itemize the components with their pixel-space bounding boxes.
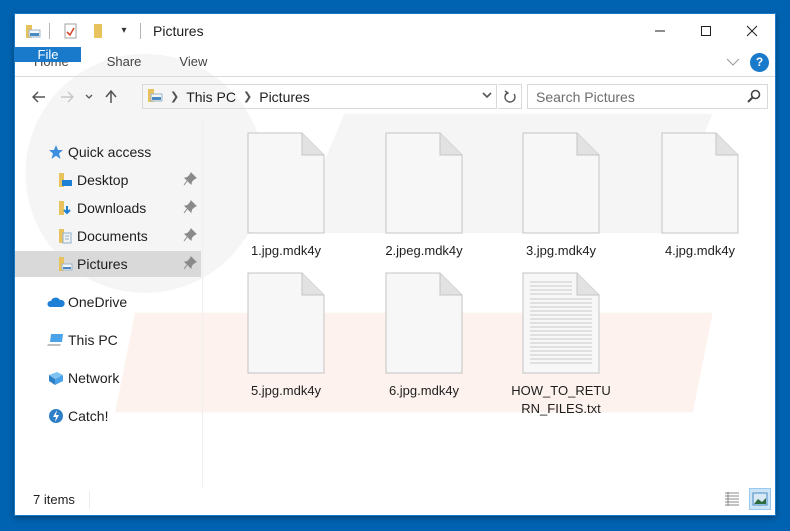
file-name: 4.jpg.mdk4y <box>664 243 736 258</box>
sidebar-item-desktop[interactable]: Desktop <box>15 167 201 193</box>
desktop-folder-icon <box>56 171 74 189</box>
search-icon[interactable] <box>746 88 762 107</box>
pictures-location-icon <box>147 87 163 106</box>
recent-locations-dropdown[interactable] <box>81 83 97 111</box>
blank-file-icon <box>385 132 463 234</box>
file-name: 2.jpeg.mdk4y <box>385 243 463 258</box>
maximize-button[interactable] <box>683 14 729 47</box>
breadcrumb-pictures[interactable]: Pictures <box>259 89 310 105</box>
address-bar[interactable]: ❯ This PC ❯ Pictures <box>142 84 497 109</box>
customize-toolbar-dropdown[interactable]: ▾ <box>114 21 134 41</box>
refresh-button[interactable] <box>498 84 522 109</box>
details-view-button[interactable] <box>721 488 743 510</box>
file-item[interactable]: HOW_TO_RETURN_FILES.txt <box>501 272 621 418</box>
file-name: 6.jpg.mdk4y <box>388 383 460 398</box>
new-folder-icon[interactable] <box>88 21 108 41</box>
large-icons-view-button[interactable] <box>749 488 771 510</box>
up-button[interactable] <box>97 83 125 111</box>
tab-file[interactable]: File <box>15 47 81 62</box>
network-icon <box>47 369 65 387</box>
file-name: 1.jpg.mdk4y <box>250 243 322 258</box>
file-name: 3.jpg.mdk4y <box>525 243 597 258</box>
star-icon <box>47 143 65 161</box>
navigation-pane: Quick access Desktop Downloads Documents… <box>15 117 203 487</box>
sidebar-item-label: Pictures <box>77 256 128 272</box>
file-item[interactable]: 1.jpg.mdk4y <box>226 132 346 260</box>
file-item[interactable]: 5.jpg.mdk4y <box>226 272 346 400</box>
expand-ribbon-chevron-icon[interactable] <box>726 55 740 70</box>
properties-icon[interactable] <box>60 21 80 41</box>
onedrive-icon <box>47 293 65 311</box>
file-name: HOW_TO_RETURN_FILES.txt <box>511 383 611 416</box>
status-bar: 7 items <box>15 485 775 515</box>
pictures-folder-icon <box>56 255 74 273</box>
blank-file-icon <box>385 272 463 374</box>
sidebar-item-quick-access[interactable]: Quick access <box>15 139 201 165</box>
file-item[interactable]: 4.jpg.mdk4y <box>640 132 760 260</box>
file-item[interactable]: 2.jpeg.mdk4y <box>364 132 484 260</box>
sidebar-item-this-pc[interactable]: This PC <box>15 327 201 353</box>
explorer-window: ▾ Pictures File Home Share View ? <box>14 13 776 516</box>
catch-icon <box>47 407 65 425</box>
window-controls <box>637 14 775 47</box>
documents-folder-icon <box>56 227 74 245</box>
blank-file-icon <box>522 132 600 234</box>
forward-button[interactable] <box>53 83 81 111</box>
sidebar-item-label: Documents <box>77 228 148 244</box>
ribbon-right-controls: ? <box>726 47 769 77</box>
title-bar: ▾ Pictures <box>15 14 775 47</box>
sidebar-item-documents[interactable]: Documents <box>15 223 201 249</box>
computer-icon <box>47 331 65 349</box>
pin-icon[interactable] <box>183 256 197 273</box>
sidebar-item-label: This PC <box>68 332 118 348</box>
sidebar-item-network[interactable]: Network <box>15 365 201 391</box>
close-button[interactable] <box>729 14 775 47</box>
text-file-icon <box>522 272 600 374</box>
blank-file-icon <box>247 132 325 234</box>
blank-file-icon <box>247 272 325 374</box>
pictures-folder-icon <box>23 21 43 41</box>
file-item[interactable]: 3.jpg.mdk4y <box>501 132 621 260</box>
view-toggle <box>721 488 771 510</box>
search-input[interactable] <box>536 88 736 105</box>
back-button[interactable] <box>25 83 53 111</box>
blank-file-icon <box>661 132 739 234</box>
sidebar-item-downloads[interactable]: Downloads <box>15 195 201 221</box>
downloads-folder-icon <box>56 199 74 217</box>
sidebar-item-catch[interactable]: Catch! <box>15 403 201 429</box>
help-button[interactable]: ? <box>750 52 769 72</box>
tab-share[interactable]: Share <box>88 47 161 76</box>
toolbar-divider <box>140 22 141 39</box>
file-name: 5.jpg.mdk4y <box>250 383 322 398</box>
window-title: Pictures <box>153 22 204 39</box>
sidebar-item-label: Network <box>68 370 120 386</box>
minimize-button[interactable] <box>637 14 683 47</box>
file-item[interactable]: 6.jpg.mdk4y <box>364 272 484 400</box>
pin-icon[interactable] <box>183 200 197 217</box>
breadcrumb-separator-icon[interactable]: ❯ <box>170 90 179 103</box>
quick-access-toolbar: ▾ Pictures <box>15 21 204 41</box>
address-history-dropdown[interactable] <box>482 88 492 102</box>
file-list: 1.jpg.mdk4y 2.jpeg.mdk4y 3.jpg.mdk4y 4.j… <box>204 117 776 487</box>
sidebar-item-onedrive[interactable]: OneDrive <box>15 289 201 315</box>
sidebar-item-label: Quick access <box>68 144 152 160</box>
toolbar-divider <box>49 22 50 39</box>
pin-icon[interactable] <box>183 172 197 189</box>
sidebar-item-label: Downloads <box>77 200 147 216</box>
search-box[interactable] <box>527 84 768 109</box>
pin-icon[interactable] <box>183 228 197 245</box>
ribbon-tabs: File Home Share View ? <box>15 47 775 77</box>
sidebar-item-label: Catch! <box>68 408 109 424</box>
breadcrumb-separator-icon[interactable]: ❯ <box>243 90 252 103</box>
sidebar-item-label: OneDrive <box>68 294 128 310</box>
navigation-bar: ❯ This PC ❯ Pictures <box>15 78 775 116</box>
tab-view[interactable]: View <box>160 47 226 76</box>
sidebar-item-pictures[interactable]: Pictures <box>15 251 201 277</box>
item-count: 7 items <box>33 491 90 509</box>
breadcrumb-this-pc[interactable]: This PC <box>186 89 236 105</box>
sidebar-item-label: Desktop <box>77 172 129 188</box>
